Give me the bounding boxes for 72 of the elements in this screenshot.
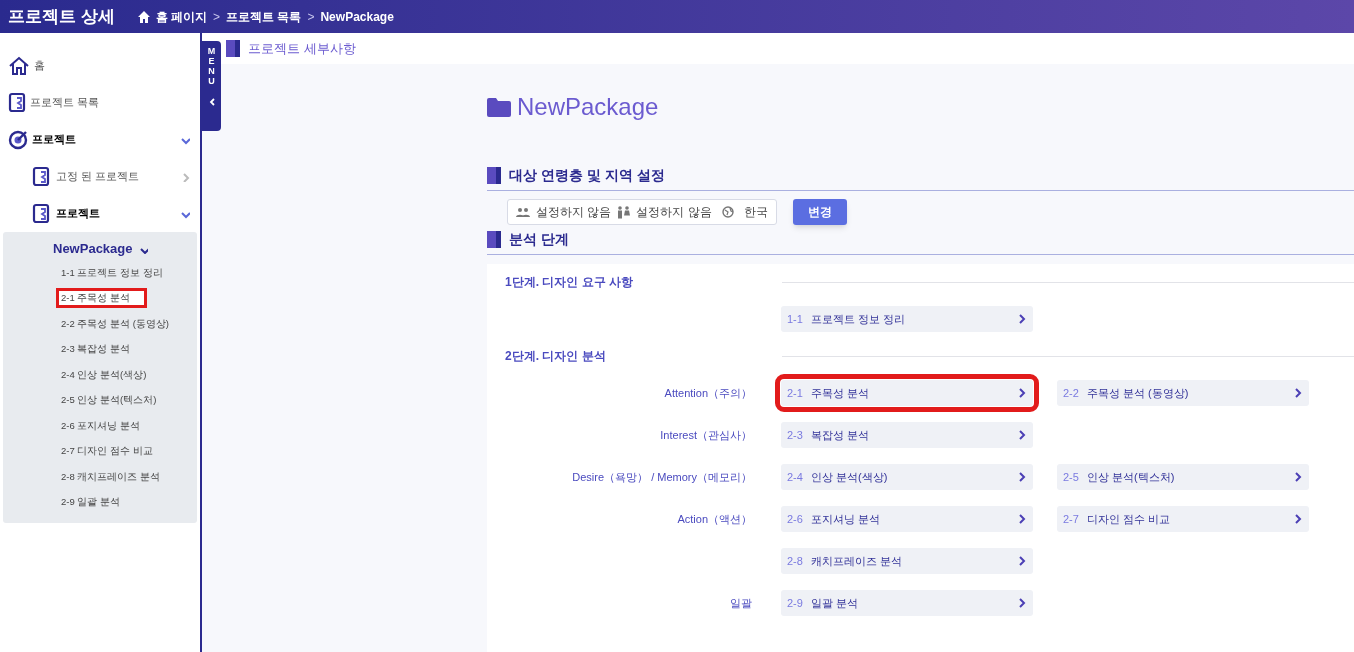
chevron-right-icon (1016, 387, 1027, 399)
analysis-step-button[interactable]: 2-8 캐치프레이즈 분석 (781, 548, 1033, 574)
target-icon (8, 129, 28, 150)
people-icon (516, 207, 530, 217)
category-label: Interest（관심사） (660, 427, 752, 443)
project-name: NewPackage (517, 92, 659, 122)
chevron-right-icon (1292, 387, 1303, 399)
analysis-step-button[interactable]: 2-9 일괄 분석 (781, 590, 1033, 616)
submenu-item[interactable]: 1-1 프로젝트 정보 정리 (59, 265, 165, 280)
section-marker-icon (226, 40, 240, 57)
home-icon (136, 9, 151, 24)
region-setting: 한국 (743, 204, 768, 221)
menu-toggle-tab[interactable]: MENU (202, 41, 221, 131)
section-marker-icon (487, 231, 501, 248)
stage-title: 1단계. 디자인 요구 사항 (505, 274, 634, 291)
category-label: Action（액션） (677, 511, 752, 527)
submenu-item[interactable]: 2-5 인상 분석(텍스처) (59, 393, 159, 408)
document-icon (32, 166, 50, 187)
section-title: 대상 연령층 및 지역 설정 (509, 166, 665, 185)
breadcrumb-link[interactable]: 프로젝트 목록 (226, 7, 302, 26)
chevron-right-icon (1016, 313, 1027, 325)
breadcrumb-separator: > (307, 8, 315, 26)
category-label: Attention（주의） (664, 385, 752, 401)
analysis-step-button[interactable]: 2-7 디자인 점수 비교 (1057, 506, 1309, 532)
age-setting: 설정하지 않음 (536, 204, 612, 221)
breadcrumb-link[interactable]: 홈 페이지 (155, 7, 208, 26)
analysis-step-button[interactable]: 2-6 포지셔닝 분석 (781, 506, 1033, 532)
submenu-item[interactable]: 2-1 주목성 분석 (59, 291, 144, 306)
breadcrumb-link[interactable]: NewPackage (320, 7, 394, 26)
analysis-step-button[interactable]: 2-2 주목성 분석 (동영상) (1057, 380, 1309, 406)
chevron-right-icon (1016, 513, 1027, 525)
chevron-right-icon (1016, 555, 1027, 567)
submenu-item[interactable]: 2-9 일괄 분석 (59, 495, 122, 510)
submenu-item[interactable]: 2-4 인상 분석(색상) (59, 367, 149, 382)
submenu-item[interactable]: 2-3 복잡성 분석 (59, 342, 132, 357)
chevron-right-icon (1016, 429, 1027, 441)
globe-icon (721, 206, 734, 218)
submenu-item[interactable]: 2-6 포지셔닝 분석 (59, 418, 142, 433)
chevron-left-icon (207, 96, 216, 107)
sidebar-item[interactable]: 고정 된 프로젝트 (0, 158, 200, 195)
category-label: 일괄 (730, 595, 752, 611)
chevron-right-icon (1292, 513, 1303, 525)
gender-icon (617, 205, 631, 219)
house-icon (8, 54, 30, 77)
analysis-step-button[interactable]: 2-5 인상 분석(텍스처) (1057, 464, 1309, 490)
analysis-step-button[interactable]: 1-1 프로젝트 정보 정리 (781, 306, 1033, 332)
sidebar-item[interactable]: 프로젝트 (0, 195, 200, 232)
chevron-right-icon (1016, 597, 1027, 609)
folder-icon (487, 97, 511, 117)
submenu-item[interactable]: 2-2 주목성 분석 (동영상) (59, 316, 171, 331)
stage-title: 2단계. 디자인 분석 (505, 348, 607, 365)
section-marker-icon (487, 167, 501, 184)
gender-setting: 설정하지 않음 (636, 204, 712, 221)
page-subtitle: 프로젝트 세부사항 (248, 39, 356, 58)
category-label: Desire（욕망） / Memory（메모리） (572, 469, 752, 485)
submenu-item[interactable]: 2-7 디자인 점수 비교 (59, 444, 155, 459)
document-icon (32, 203, 50, 224)
target-settings-field[interactable]: 설정하지 않음 설정하지 않음 한국 (507, 199, 777, 225)
change-button[interactable]: 변경 (792, 199, 847, 225)
submenu-item[interactable]: 2-8 캐치프레이즈 분석 (59, 469, 162, 484)
submenu-header[interactable]: NewPackage (3, 238, 197, 260)
sidebar-item[interactable]: 홈 (0, 47, 200, 84)
chevron-right-icon (1292, 471, 1303, 483)
sidebar-item[interactable]: 프로젝트 (0, 121, 200, 158)
page-header-title: 프로젝트 상세 (8, 5, 115, 28)
analysis-step-button[interactable]: 2-3 복잡성 분석 (781, 422, 1033, 448)
analysis-step-button[interactable]: 2-4 인상 분석(색상) (781, 464, 1033, 490)
sidebar-item[interactable]: 프로젝트 목록 (0, 84, 200, 121)
document-icon (8, 92, 26, 113)
breadcrumb-separator: > (213, 8, 221, 26)
chevron-right-icon (1016, 471, 1027, 483)
section-title: 분석 단계 (509, 230, 569, 249)
